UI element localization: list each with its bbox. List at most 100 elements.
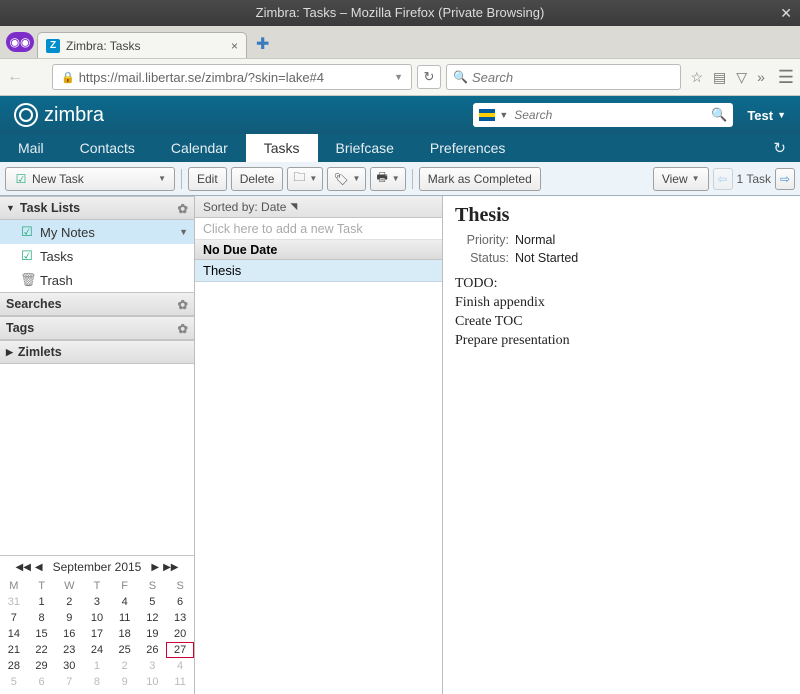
refresh-button[interactable]: ↻ xyxy=(759,139,800,157)
app-logo[interactable]: zimbra xyxy=(14,103,104,127)
reload-button[interactable]: ↻ xyxy=(417,65,441,89)
calendar-day[interactable]: 24 xyxy=(83,642,111,658)
calendar-day[interactable]: 7 xyxy=(55,674,83,690)
calendar-day[interactable]: 1 xyxy=(28,594,56,610)
nav-tab-preferences[interactable]: Preferences xyxy=(412,134,523,162)
calendar-day[interactable]: 22 xyxy=(28,642,56,658)
prev-task-button[interactable]: ⇦ xyxy=(713,168,733,190)
calendar-day[interactable]: 9 xyxy=(55,610,83,626)
calendar-day[interactable]: 19 xyxy=(139,626,167,642)
tags-header[interactable]: Tags ✿ xyxy=(0,316,194,340)
calendar-day[interactable]: 5 xyxy=(0,674,28,690)
calendar-day[interactable]: 2 xyxy=(111,658,139,674)
edit-button[interactable]: Edit xyxy=(188,167,227,191)
bookmarks-sidebar-icon[interactable]: ▤ xyxy=(713,69,726,86)
calendar-day[interactable]: 5 xyxy=(139,594,167,610)
calendar-day[interactable]: 3 xyxy=(139,658,167,674)
nav-tab-mail[interactable]: Mail xyxy=(0,134,62,162)
gear-icon[interactable]: ✿ xyxy=(178,201,188,216)
tab-close-button[interactable]: × xyxy=(231,39,238,53)
tag-button[interactable]: 🏷▼ xyxy=(327,167,366,191)
move-button[interactable]: 🗀▼ xyxy=(287,167,323,191)
calendar-day[interactable]: 11 xyxy=(166,674,194,690)
calendar-day[interactable]: 8 xyxy=(83,674,111,690)
calendar-day[interactable]: 7 xyxy=(0,610,28,626)
bookmark-icon[interactable]: ☆ xyxy=(690,69,703,86)
pocket-icon[interactable]: ▽ xyxy=(736,69,747,86)
app-search-input[interactable] xyxy=(514,108,711,122)
window-close-button[interactable]: ✕ xyxy=(780,0,792,26)
calendar-day[interactable]: 9 xyxy=(111,674,139,690)
cal-next-month[interactable]: ▶ xyxy=(151,562,159,573)
calendar-day[interactable]: 17 xyxy=(83,626,111,642)
calendar-day[interactable]: 10 xyxy=(83,610,111,626)
browser-tab[interactable]: Z Zimbra: Tasks × xyxy=(37,32,247,58)
back-button[interactable]: ← xyxy=(6,68,24,86)
calendar-day[interactable]: 20 xyxy=(166,626,194,642)
cal-month-label[interactable]: September 2015 xyxy=(47,560,148,574)
search-scope-icon[interactable] xyxy=(479,109,495,121)
delete-button[interactable]: Delete xyxy=(231,167,284,191)
calendar-day[interactable]: 16 xyxy=(55,626,83,642)
calendar-day[interactable]: 23 xyxy=(55,642,83,658)
view-button[interactable]: View▼ xyxy=(653,167,709,191)
calendar-day[interactable]: 2 xyxy=(55,594,83,610)
calendar-day[interactable]: 10 xyxy=(139,674,167,690)
task-lists-header[interactable]: ▼ Task Lists ✿ xyxy=(0,196,194,220)
searches-header[interactable]: Searches ✿ xyxy=(0,292,194,316)
calendar-day[interactable]: 6 xyxy=(166,594,194,610)
calendar-day[interactable]: 1 xyxy=(83,658,111,674)
url-dropdown-icon[interactable]: ▼ xyxy=(390,72,407,82)
cal-prev-year[interactable]: ◀◀ xyxy=(16,562,31,573)
calendar-day[interactable]: 4 xyxy=(166,658,194,674)
browser-search[interactable]: 🔍 xyxy=(446,64,681,90)
calendar-day[interactable]: 12 xyxy=(139,610,167,626)
app-search[interactable]: ▼ 🔍 xyxy=(473,103,733,127)
nav-tab-tasks[interactable]: Tasks xyxy=(246,134,318,162)
calendar-day[interactable]: 25 xyxy=(111,642,139,658)
search-scope-dropdown[interactable]: ▼ xyxy=(499,110,508,120)
print-button[interactable]: 🖶▼ xyxy=(370,167,405,191)
calendar-day[interactable]: 21 xyxy=(0,642,28,658)
calendar-day[interactable]: 30 xyxy=(55,658,83,674)
calendar-day[interactable]: 27 xyxy=(166,642,194,658)
zimlets-header[interactable]: ▶ Zimlets xyxy=(0,340,194,364)
search-submit-icon[interactable]: 🔍 xyxy=(711,107,727,123)
user-menu[interactable]: Test ▼ xyxy=(747,108,786,123)
url-input[interactable] xyxy=(79,70,390,85)
sidebar-item-trash[interactable]: 🗑Trash xyxy=(0,268,194,292)
cal-prev-month[interactable]: ◀ xyxy=(35,562,43,573)
new-tab-button[interactable]: ✚ xyxy=(250,34,275,58)
nav-tab-calendar[interactable]: Calendar xyxy=(153,134,246,162)
mark-completed-button[interactable]: Mark as Completed xyxy=(419,167,541,191)
nav-tab-contacts[interactable]: Contacts xyxy=(62,134,153,162)
more-icon[interactable]: » xyxy=(757,69,765,86)
next-task-button[interactable]: ⇨ xyxy=(775,168,795,190)
calendar-day[interactable]: 4 xyxy=(111,594,139,610)
chevron-down-icon[interactable]: ▼ xyxy=(179,227,188,237)
add-task-input[interactable]: Click here to add a new Task xyxy=(195,218,442,240)
calendar-day[interactable]: 15 xyxy=(28,626,56,642)
browser-search-input[interactable] xyxy=(472,70,675,85)
gear-icon[interactable]: ✿ xyxy=(178,321,188,336)
calendar-day[interactable]: 3 xyxy=(83,594,111,610)
calendar-day[interactable]: 26 xyxy=(139,642,167,658)
calendar-day[interactable]: 29 xyxy=(28,658,56,674)
calendar-day[interactable]: 6 xyxy=(28,674,56,690)
menu-button[interactable]: ☰ xyxy=(774,67,794,88)
sidebar-item-my-notes[interactable]: ☑My Notes▼ xyxy=(0,220,194,244)
calendar-day[interactable]: 14 xyxy=(0,626,28,642)
calendar-day[interactable]: 13 xyxy=(166,610,194,626)
calendar-day[interactable]: 8 xyxy=(28,610,56,626)
calendar-day[interactable]: 31 xyxy=(0,594,28,610)
task-row[interactable]: Thesis xyxy=(195,260,442,282)
sort-header[interactable]: Sorted by: Date ◥ xyxy=(195,196,442,218)
calendar-day[interactable]: 28 xyxy=(0,658,28,674)
calendar-day[interactable]: 18 xyxy=(111,626,139,642)
new-task-button[interactable]: ☑ New Task ▼ xyxy=(5,167,175,191)
url-bar[interactable]: 🔒 ▼ xyxy=(52,64,412,90)
sidebar-item-tasks[interactable]: ☑Tasks xyxy=(0,244,194,268)
gear-icon[interactable]: ✿ xyxy=(178,297,188,312)
nav-tab-briefcase[interactable]: Briefcase xyxy=(318,134,412,162)
calendar-day[interactable]: 11 xyxy=(111,610,139,626)
